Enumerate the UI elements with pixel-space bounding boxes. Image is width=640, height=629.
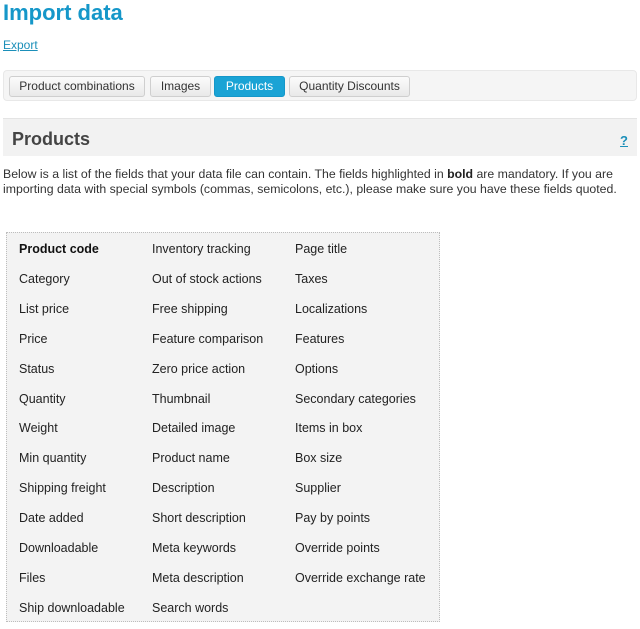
field-item: Short description xyxy=(152,511,246,526)
field-item: Options xyxy=(295,361,339,376)
field-item: Min quantity xyxy=(19,451,87,466)
tab-product-combinations[interactable]: Product combinations xyxy=(9,76,145,97)
field-item: Page title xyxy=(295,242,348,256)
field-item: Ship downloadable xyxy=(19,600,125,615)
field-item: Meta description xyxy=(152,570,244,585)
help-link[interactable]: ? xyxy=(620,133,628,148)
field-item: Override points xyxy=(295,541,380,555)
description-text-start: Below is a list of the fields that your … xyxy=(3,167,448,181)
field-item: Product name xyxy=(152,451,230,466)
page-title: Import data xyxy=(3,0,123,25)
tab-images[interactable]: Images xyxy=(150,76,211,97)
fields-list: Product code Category List price Price Statu… xyxy=(6,232,440,622)
import-data-page: Import data Export Product combinations … xyxy=(0,0,640,629)
field-item: List price xyxy=(19,301,70,316)
field-item: Zero price action xyxy=(152,361,246,376)
field-item: Files xyxy=(19,570,46,585)
field-item: Supplier xyxy=(295,481,341,496)
field-item: Date added xyxy=(19,511,84,526)
field-item: Box size xyxy=(295,451,343,466)
field-item: Free shipping xyxy=(152,301,228,316)
mandatory-field-item: Product code xyxy=(19,242,99,256)
field-item: Feature comparison xyxy=(152,331,264,346)
field-item: Features xyxy=(295,331,345,346)
field-item: Taxes xyxy=(295,271,328,286)
field-item: Shipping freight xyxy=(19,481,106,496)
field-item: Description xyxy=(152,481,215,496)
field-item: Pay by points xyxy=(295,511,371,526)
field-item: Localizations xyxy=(295,301,368,316)
section-header: Products ? xyxy=(3,118,637,156)
field-item: Meta keywords xyxy=(152,541,237,555)
field-item: Items in box xyxy=(295,421,363,436)
fields-description: Below is a list of the fields that your … xyxy=(3,167,639,197)
field-item: Detailed image xyxy=(152,421,236,436)
field-item: Status xyxy=(19,361,55,376)
field-item: Out of stock actions xyxy=(152,271,262,286)
tab-products[interactable]: Products xyxy=(214,76,285,97)
tab-quantity-discounts[interactable]: Quantity Discounts xyxy=(289,76,410,97)
field-item: Secondary categories xyxy=(295,391,416,406)
field-item: Quantity xyxy=(19,391,66,406)
field-item: Downloadable xyxy=(19,541,99,555)
export-link[interactable]: Export xyxy=(3,38,38,52)
field-item: Inventory tracking xyxy=(152,242,251,256)
description-bold-word: bold xyxy=(447,167,474,181)
field-item: Price xyxy=(19,331,48,346)
field-item: Weight xyxy=(19,421,58,436)
field-item: Category xyxy=(19,271,70,286)
tabs-bar: Product combinations Images Products Qua… xyxy=(3,70,637,101)
field-item: Thumbnail xyxy=(152,391,211,406)
field-item: Override exchange rate xyxy=(295,570,426,585)
section-title: Products xyxy=(12,129,91,149)
field-item: Search words xyxy=(152,600,229,615)
